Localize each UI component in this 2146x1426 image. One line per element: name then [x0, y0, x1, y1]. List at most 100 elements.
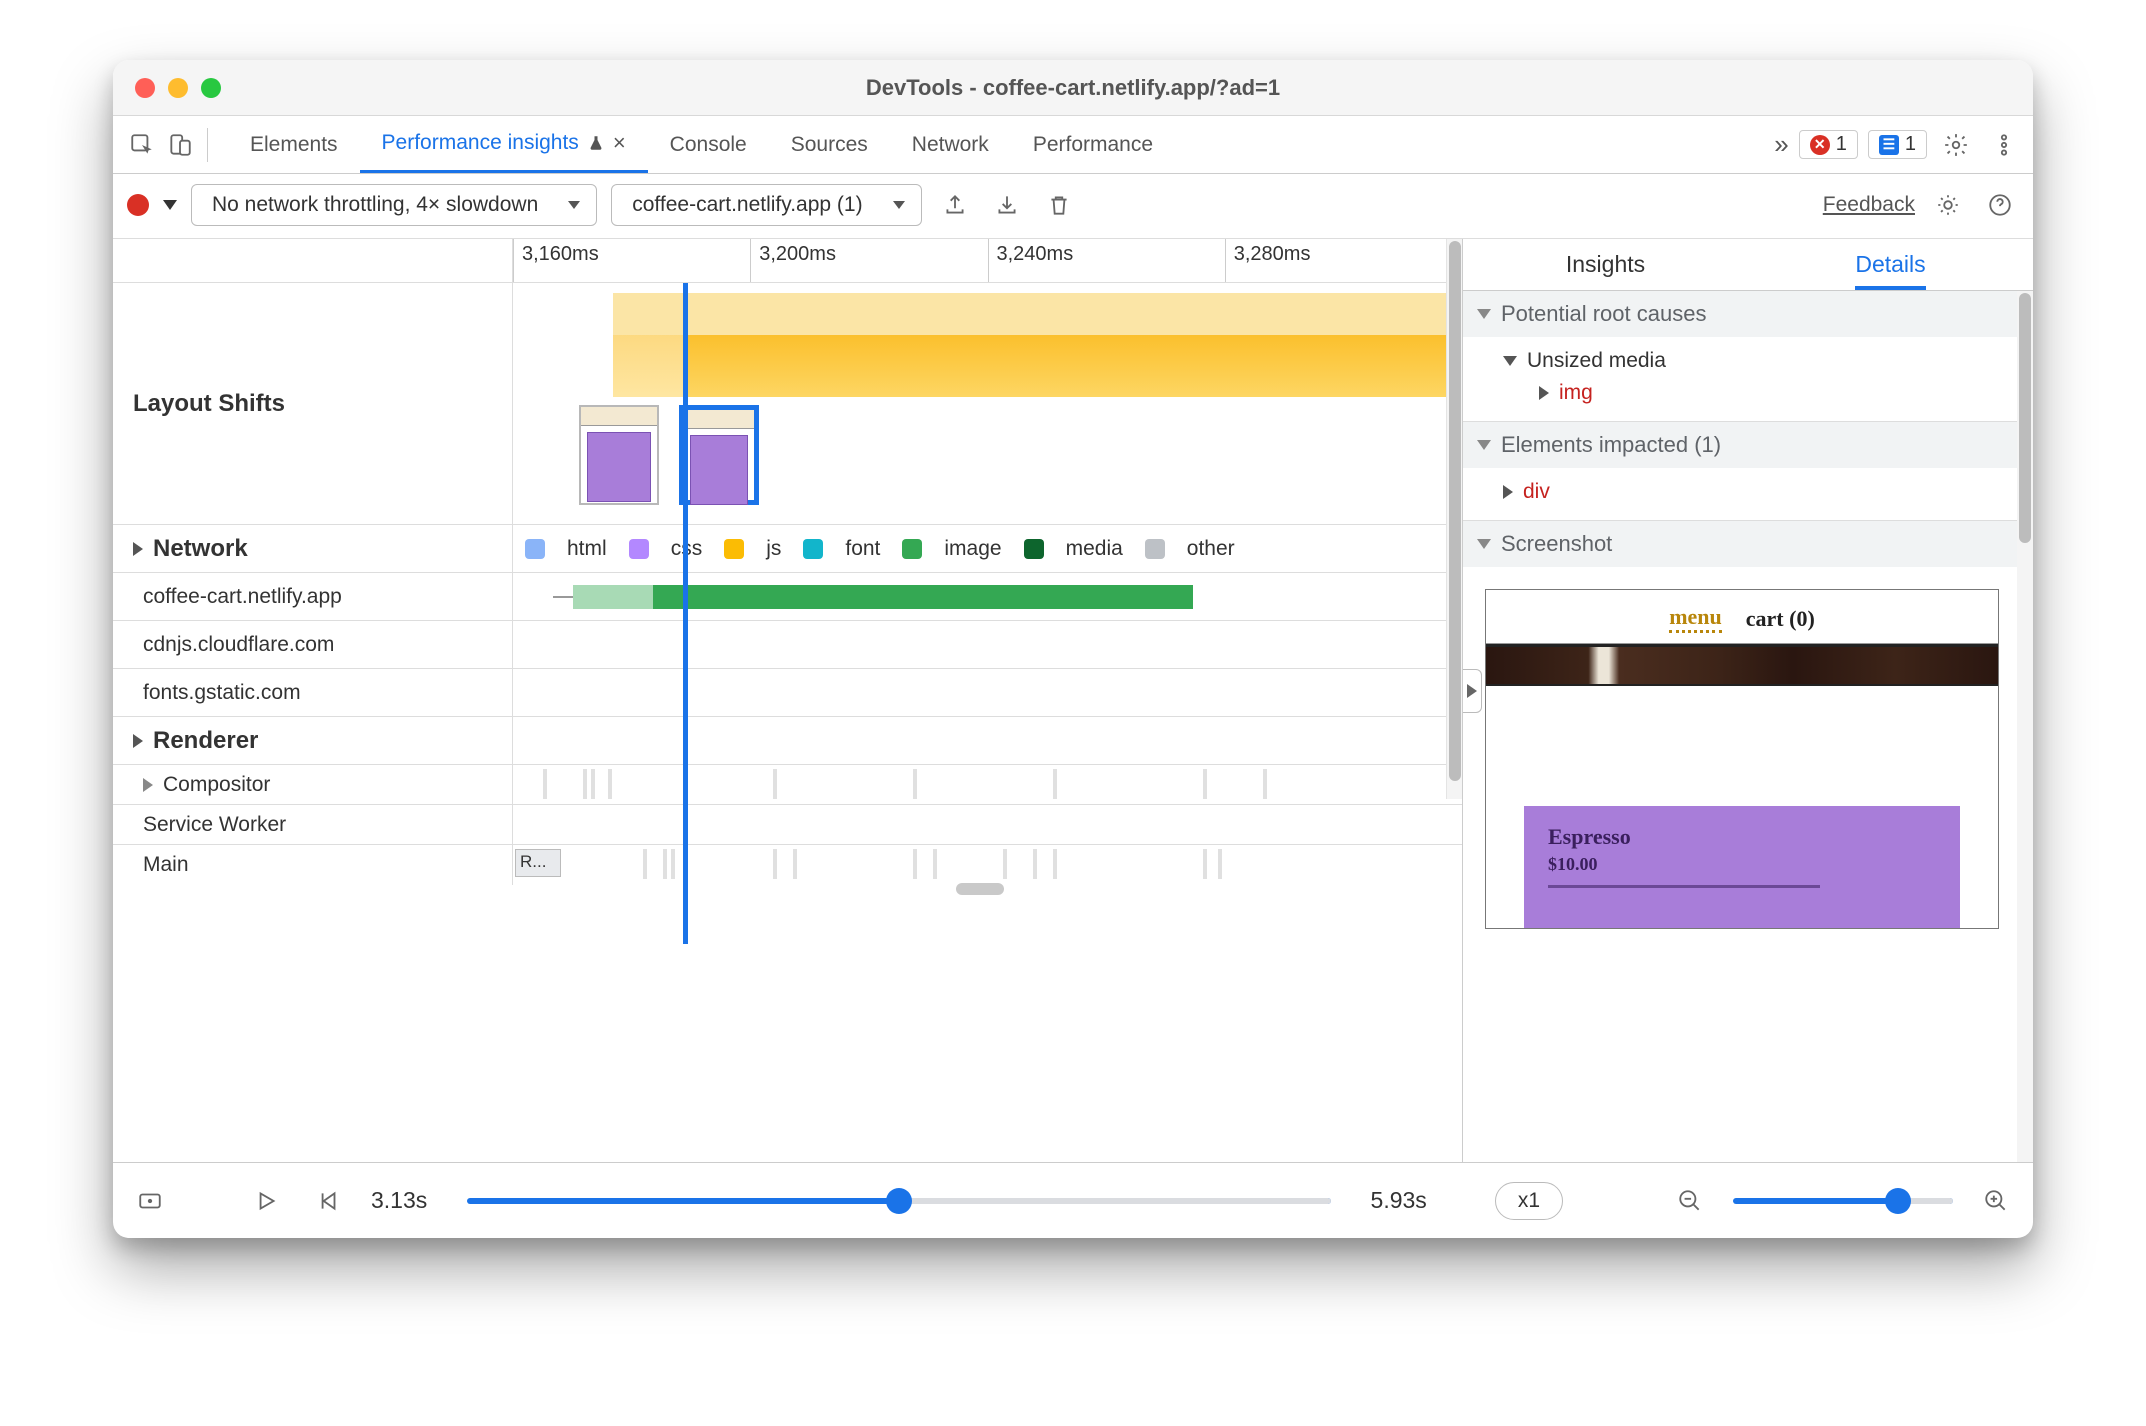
panel-tabs: Elements Performance insights × Console …	[228, 116, 1175, 173]
network-label[interactable]: Network	[113, 525, 513, 572]
ruler-tick: 3,160ms	[513, 239, 750, 282]
timeline-pane[interactable]: 3,160ms 3,200ms 3,240ms 3,280ms Layout S…	[113, 239, 1463, 1162]
export-icon[interactable]	[936, 186, 974, 224]
img-element-link[interactable]: img	[1503, 377, 2019, 409]
more-tabs-icon[interactable]: »	[1774, 129, 1788, 160]
request-bar[interactable]	[653, 585, 1193, 609]
playback-footer: 3.13s 5.93s x1	[113, 1162, 2033, 1238]
device-toolbar-icon[interactable]	[161, 126, 199, 164]
gear-icon[interactable]	[1929, 186, 1967, 224]
cls-bar	[613, 293, 683, 335]
speed-chip[interactable]: x1	[1495, 1182, 1563, 1220]
compositor-events	[513, 765, 1446, 804]
ruler-tick: 3,200ms	[750, 239, 987, 282]
timeline-scrollbar[interactable]	[1446, 239, 1462, 799]
layout-shift-thumbnail-selected[interactable]	[679, 405, 759, 505]
time-slider-knob[interactable]	[886, 1188, 912, 1214]
time-start: 3.13s	[371, 1187, 427, 1214]
legend-image-swatch	[902, 539, 922, 559]
legend-html-swatch	[525, 539, 545, 559]
compositor-row: Compositor	[113, 765, 1462, 805]
div-element-link[interactable]: div	[1503, 476, 2019, 508]
legend-css-swatch	[629, 539, 649, 559]
preview-product-card: Espresso $10.00	[1524, 806, 1960, 928]
settings-icon[interactable]	[1937, 126, 1975, 164]
host-label[interactable]: cdnjs.cloudflare.com	[113, 621, 513, 668]
flask-icon	[587, 134, 605, 152]
horizontal-scroll-thumb[interactable]	[956, 883, 1004, 895]
tab-sources[interactable]: Sources	[769, 116, 890, 173]
separator	[207, 128, 208, 162]
zoom-slider-knob[interactable]	[1885, 1188, 1911, 1214]
tab-performance[interactable]: Performance	[1011, 116, 1175, 173]
cls-region	[613, 335, 683, 397]
network-host-row: coffee-cart.netlify.app	[113, 573, 1462, 621]
host-label[interactable]: fonts.gstatic.com	[113, 669, 513, 716]
layout-shifts-label: Layout Shifts	[113, 283, 513, 524]
details-scrollbar[interactable]	[2017, 291, 2033, 1162]
collapse-sidebar-button[interactable]	[1463, 669, 1482, 713]
renderer-label[interactable]: Renderer	[113, 717, 513, 764]
close-tab-icon[interactable]: ×	[613, 130, 626, 156]
service-worker-label[interactable]: Service Worker	[113, 805, 513, 844]
service-worker-row: Service Worker	[113, 805, 1462, 845]
playhead[interactable]	[683, 283, 688, 944]
play-icon[interactable]	[247, 1182, 285, 1220]
tab-details[interactable]: Details	[1748, 239, 2033, 290]
tab-network[interactable]: Network	[890, 116, 1011, 173]
inspect-element-icon[interactable]	[123, 126, 161, 164]
throttling-select[interactable]: No network throttling, 4× slowdown	[191, 184, 597, 226]
renderer-row: Renderer	[113, 717, 1462, 765]
cls-bar	[683, 293, 1446, 335]
layout-shift-thumbnail[interactable]	[579, 405, 659, 505]
devtools-window: DevTools - coffee-cart.netlify.app/?ad=1…	[113, 60, 2033, 1238]
unsized-media-item[interactable]: Unsized media	[1503, 345, 2019, 377]
record-button[interactable]	[127, 194, 149, 216]
kebab-menu-icon[interactable]	[1985, 126, 2023, 164]
insights-toolbar: No network throttling, 4× slowdown coffe…	[113, 174, 2033, 239]
preview-nav-menu: menu	[1669, 604, 1722, 633]
preview-product-name: Espresso	[1548, 824, 1936, 850]
skip-start-icon[interactable]	[309, 1182, 347, 1220]
preview-product-price: $10.00	[1548, 854, 1936, 875]
page-select[interactable]: coffee-cart.netlify.app (1)	[611, 184, 921, 226]
tab-insights[interactable]: Insights	[1463, 239, 1748, 290]
ruler-tick: 3,240ms	[988, 239, 1225, 282]
legend-other-swatch	[1145, 539, 1165, 559]
section-root-causes[interactable]: Potential root causes	[1463, 291, 2033, 337]
network-row: Network html css js font image media oth…	[113, 525, 1462, 573]
window-title: DevTools - coffee-cart.netlify.app/?ad=1	[113, 75, 2033, 101]
host-label[interactable]: coffee-cart.netlify.app	[113, 573, 513, 620]
delete-icon[interactable]	[1040, 186, 1078, 224]
import-icon[interactable]	[988, 186, 1026, 224]
devtools-tabbar: Elements Performance insights × Console …	[113, 116, 2033, 174]
help-icon[interactable]	[1981, 186, 2019, 224]
network-host-row: cdnjs.cloudflare.com	[113, 621, 1462, 669]
preview-banner-image	[1486, 644, 1998, 686]
issues-badge[interactable]: ☰1	[1868, 130, 1927, 159]
time-ruler: 3,160ms 3,200ms 3,240ms 3,280ms	[113, 239, 1462, 283]
tab-console[interactable]: Console	[648, 116, 769, 173]
zoom-in-icon[interactable]	[1977, 1182, 2015, 1220]
record-options-dropdown[interactable]	[163, 200, 177, 210]
tab-elements[interactable]: Elements	[228, 116, 360, 173]
network-host-row: fonts.gstatic.com	[113, 669, 1462, 717]
details-pane: Insights Details Potential root causes U…	[1463, 239, 2033, 1162]
cls-region	[683, 335, 1446, 397]
errors-badge[interactable]: ✕1	[1799, 130, 1858, 159]
main-events	[513, 845, 1446, 885]
zoom-out-icon[interactable]	[1671, 1182, 1709, 1220]
zoom-slider[interactable]	[1733, 1198, 1953, 1204]
network-legend: html css js font image media other	[513, 525, 1446, 572]
time-slider[interactable]	[467, 1198, 1330, 1204]
feedback-link[interactable]: Feedback	[1823, 193, 1915, 217]
toggle-preview-icon[interactable]	[131, 1182, 169, 1220]
request-bar[interactable]	[573, 585, 653, 609]
tab-performance-insights[interactable]: Performance insights ×	[360, 116, 648, 173]
section-screenshot[interactable]: Screenshot	[1463, 521, 2033, 567]
compositor-label[interactable]: Compositor	[113, 765, 513, 804]
section-elements-impacted[interactable]: Elements impacted (1)	[1463, 422, 2033, 468]
layout-shifts-row: Layout Shifts	[113, 283, 1462, 525]
main-label[interactable]: Main	[113, 845, 513, 885]
legend-js-swatch	[724, 539, 744, 559]
